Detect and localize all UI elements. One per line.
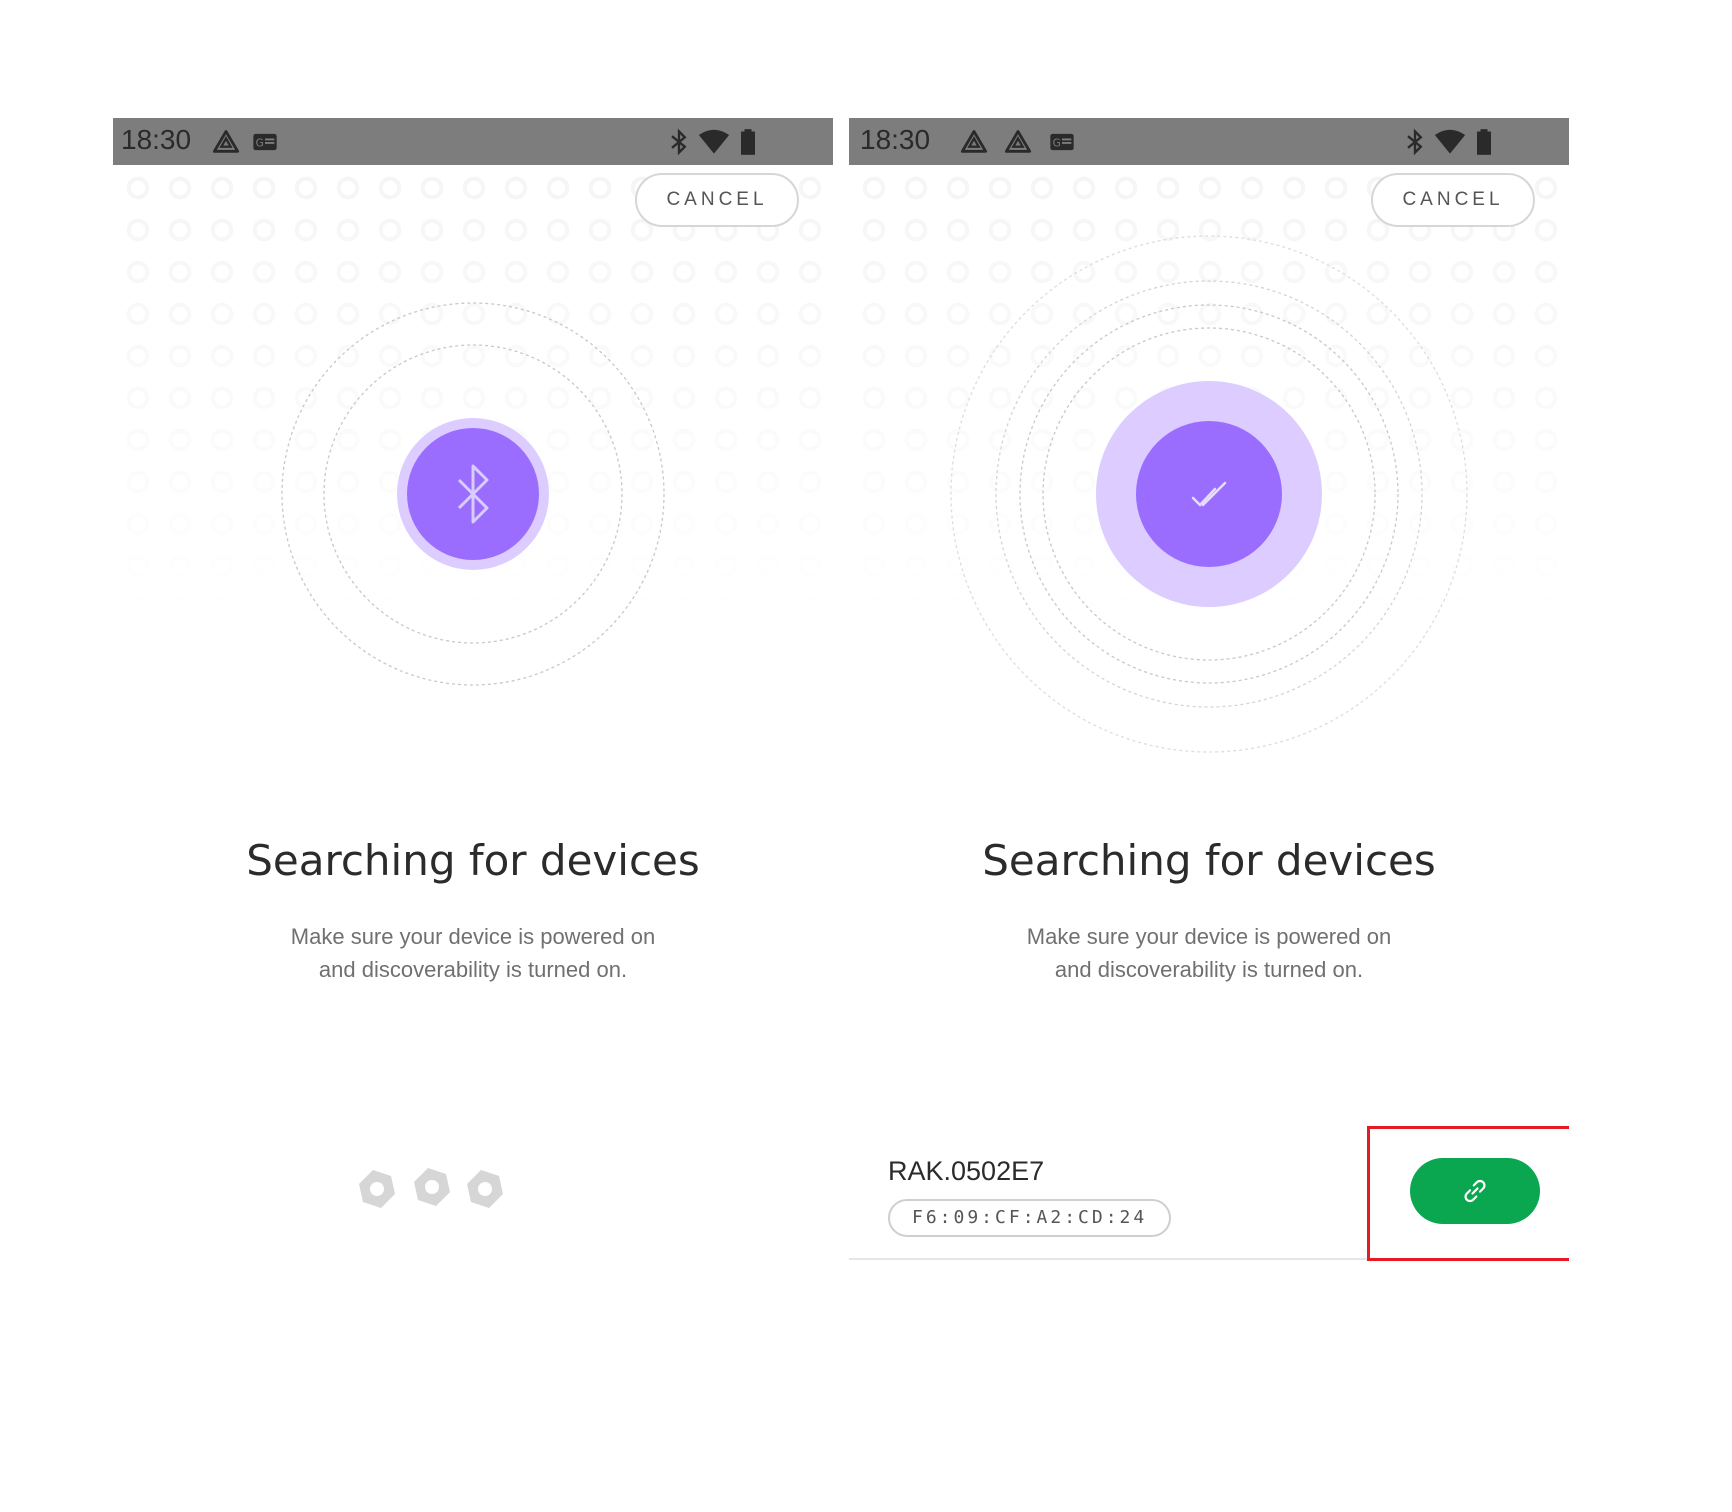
- highlight-box: [1367, 1126, 1569, 1261]
- search-radar: [950, 235, 1468, 753]
- device-mac-badge: F6:09:CF:A2:CD:24: [888, 1199, 1172, 1237]
- page-title: Searching for devices: [982, 836, 1436, 885]
- left-screen: 18:30 G CANCEL Searching for devices Mak…: [113, 118, 833, 1478]
- hexagon-icon: [414, 1168, 450, 1206]
- search-radar: [281, 302, 665, 686]
- subtitle-line: Make sure your device is powered on: [290, 924, 656, 949]
- subtitle-line: Make sure your device is powered on: [1026, 924, 1392, 949]
- right-screen: 18:30 G CANCEL Searching for devices Mak…: [849, 118, 1569, 1478]
- loading-indicator: [359, 1168, 503, 1208]
- hexagon-icon: [359, 1170, 395, 1208]
- page-title: Searching for devices: [246, 836, 700, 885]
- subtitle-line: and discoverability is turned on.: [318, 957, 628, 982]
- page-subtitle: Make sure your device is powered on and …: [849, 920, 1569, 986]
- subtitle-line: and discoverability is turned on.: [1054, 957, 1364, 982]
- page-subtitle: Make sure your device is powered on and …: [113, 920, 833, 986]
- hexagon-icon: [467, 1170, 503, 1208]
- device-list-item[interactable]: RAK.0502E7 F6:09:CF:A2:CD:24: [849, 1118, 1569, 1261]
- device-name: RAK.0502E7: [888, 1156, 1045, 1186]
